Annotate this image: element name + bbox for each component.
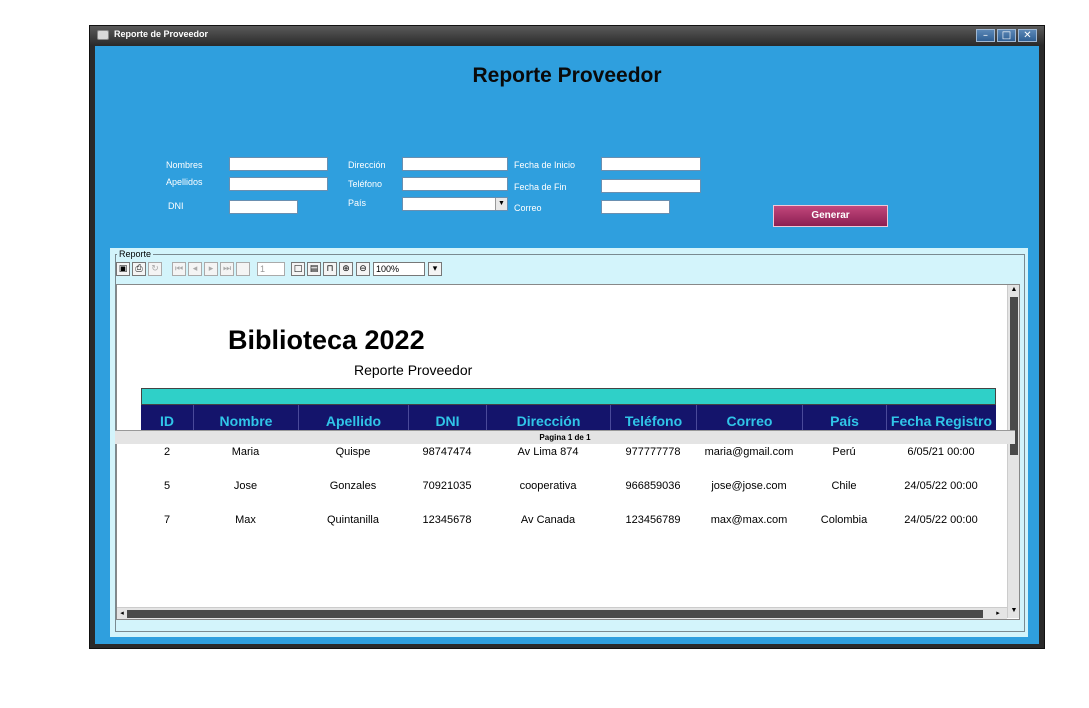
apellidos-field[interactable] (229, 177, 328, 191)
cell-fecha-registro: 24/05/22 00:00 (904, 514, 978, 526)
cell-correo: max@max.com (710, 514, 788, 526)
fit-page-icon[interactable]: ▤ (307, 262, 321, 276)
cell-nombre: Max (235, 514, 256, 526)
fecha-inicio-label: Fecha de Inicio (514, 160, 576, 170)
scroll-left-icon[interactable]: ◂ (117, 609, 127, 619)
report-window: Reporte de Proveedor – □ ✕ Reporte Prove… (89, 25, 1045, 649)
zoom-in-icon[interactable]: ⊕ (339, 262, 353, 276)
next-page-icon[interactable]: ▸ (204, 262, 218, 276)
scroll-down-icon[interactable]: ▼ (1009, 606, 1019, 616)
vertical-scrollbar[interactable]: ▲ ▼ (1007, 285, 1019, 618)
scroll-right-icon[interactable]: ▸ (993, 609, 1003, 619)
telefono-label: Teléfono (348, 179, 383, 189)
cell-id: 2 (163, 446, 171, 458)
maximize-button[interactable]: □ (997, 29, 1016, 42)
cell-id: 7 (163, 514, 171, 526)
nombres-field[interactable] (229, 157, 328, 171)
zoom-out-icon[interactable]: ⊖ (356, 262, 370, 276)
report-band (141, 388, 996, 405)
cell-direccion: cooperativa (519, 480, 577, 492)
cell-telefono: 966859036 (625, 480, 681, 492)
page-title: Reporte Proveedor (472, 64, 662, 87)
correo-label: Correo (514, 203, 542, 213)
nombres-label: Nombres (166, 160, 203, 170)
apellidos-label: Apellidos (166, 177, 203, 187)
first-page-icon[interactable]: ⏮ (172, 262, 186, 276)
cell-dni: 12345678 (422, 514, 472, 526)
minimize-button[interactable]: – (976, 29, 995, 42)
reload-icon[interactable]: ↻ (148, 262, 162, 276)
save-icon[interactable]: ▣ (116, 262, 130, 276)
fecha-fin-label: Fecha de Fin (514, 182, 567, 192)
print-icon[interactable]: ⎙ (132, 262, 146, 276)
cell-pais: Perú (832, 446, 856, 458)
form-area: Reporte Proveedor Nombres Apellidos DNI … (95, 46, 1039, 644)
telefono-field[interactable] (402, 177, 508, 191)
dropdown-arrow-icon[interactable]: ▼ (495, 198, 507, 210)
cell-correo: jose@jose.com (711, 480, 787, 492)
fecha-inicio-field[interactable] (601, 157, 701, 171)
cell-correo: maria@gmail.com (704, 446, 794, 458)
pais-select[interactable]: ▼ (402, 197, 508, 211)
cell-apellido: Gonzales (329, 480, 377, 492)
cell-nombre: Jose (233, 480, 258, 492)
cell-apellido: Quintanilla (327, 514, 379, 526)
cell-dni: 70921035 (422, 480, 472, 492)
report-title: Biblioteca 2022 (228, 325, 425, 355)
dni-label: DNI (168, 201, 184, 211)
direccion-label: Dirección (348, 160, 386, 170)
close-button[interactable]: ✕ (1018, 29, 1037, 42)
cell-id: 5 (163, 480, 171, 492)
generate-button[interactable]: Generar (773, 205, 888, 227)
cell-fecha-registro: 6/05/21 00:00 (907, 446, 975, 458)
window-title: Reporte de Proveedor (114, 29, 209, 39)
cell-telefono: 123456789 (625, 514, 681, 526)
cell-apellido: Quispe (335, 446, 371, 458)
cell-nombre: Maria (231, 446, 260, 458)
cell-pais: Chile (831, 480, 857, 492)
page-status: Pagina 1 de 1 (115, 430, 1015, 444)
horizontal-scrollbar[interactable]: ◂ ▸ (117, 607, 1007, 619)
zoom-select[interactable]: 100% (373, 262, 425, 276)
cell-telefono: 977777778 (625, 446, 681, 458)
cell-direccion: Av Lima 874 (517, 446, 579, 458)
app-icon (97, 30, 109, 40)
actual-size-icon[interactable]: □ (291, 262, 305, 276)
previous-page-icon[interactable]: ◂ (188, 262, 202, 276)
report-legend: Reporte (117, 249, 154, 259)
fit-width-icon[interactable]: ⊓ (323, 262, 337, 276)
dni-field[interactable] (229, 200, 298, 214)
correo-field[interactable] (601, 200, 670, 214)
page-number-input[interactable]: 1 (257, 262, 285, 276)
fecha-fin-field[interactable] (601, 179, 701, 193)
scroll-up-icon[interactable]: ▲ (1009, 285, 1019, 295)
title-bar[interactable]: Reporte de Proveedor – □ ✕ (90, 26, 1044, 45)
zoom-value: 100% (376, 264, 400, 274)
last-page-icon[interactable]: ⏭ (220, 262, 234, 276)
cell-fecha-registro: 24/05/22 00:00 (904, 480, 978, 492)
report-viewer: Biblioteca 2022 Reporte Proveedor ID Nom… (116, 284, 1020, 620)
cell-direccion: Av Canada (520, 514, 576, 526)
page-number-prefix (236, 262, 250, 276)
cell-pais: Colombia (820, 514, 868, 526)
report-subtitle: Reporte Proveedor (354, 362, 473, 378)
direccion-field[interactable] (402, 157, 508, 171)
zoom-dropdown-arrow-icon[interactable]: ▾ (428, 262, 442, 276)
pais-label: País (348, 198, 367, 208)
horizontal-scroll-thumb[interactable] (127, 610, 983, 618)
cell-dni: 98747474 (422, 446, 472, 458)
